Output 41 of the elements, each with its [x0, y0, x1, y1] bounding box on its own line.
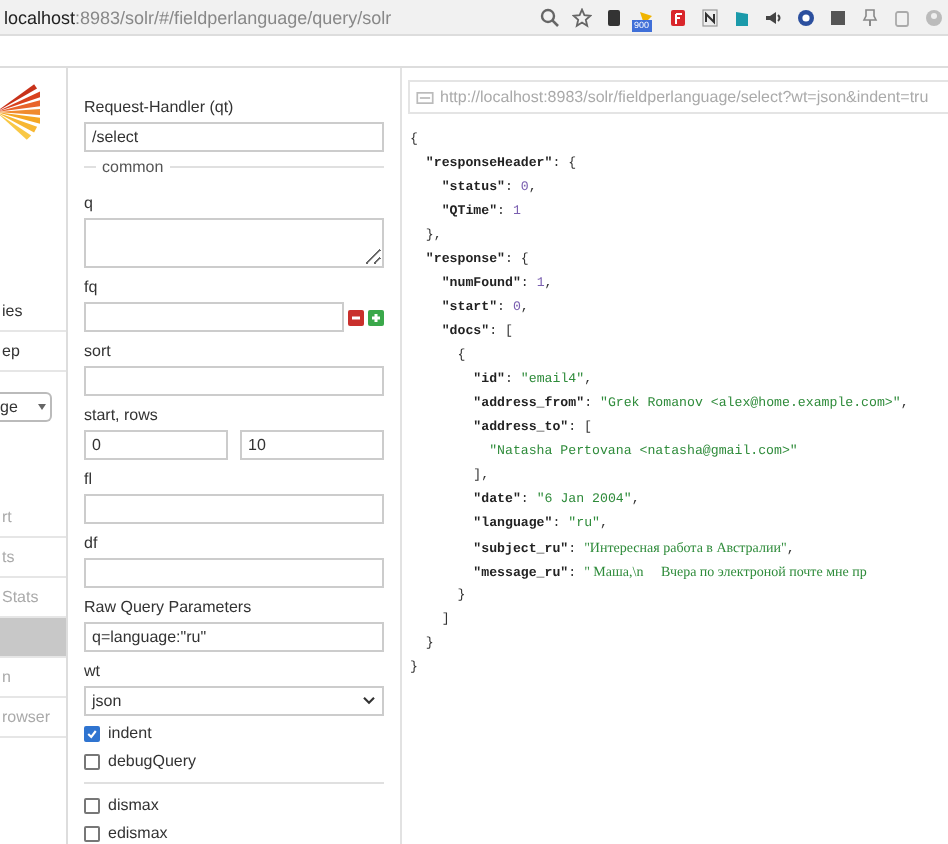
input-field[interactable]: /select: [84, 122, 384, 152]
input-field[interactable]: [84, 494, 384, 524]
input-field[interactable]: q=language:"ru": [84, 622, 384, 652]
checkbox-label: dismax: [108, 796, 159, 816]
dropdown[interactable]: json: [84, 686, 384, 716]
search-icon[interactable]: [540, 7, 560, 27]
field-label: fq: [84, 278, 98, 298]
field-label: q: [84, 194, 93, 214]
field-label: wt: [84, 662, 100, 682]
link-icon: [416, 91, 434, 103]
plus-icon: [368, 309, 384, 325]
speaker-icon[interactable]: [764, 7, 784, 27]
sidebar-item[interactable]: ies: [0, 292, 66, 332]
remove-button[interactable]: [348, 309, 364, 325]
checkbox-label: edismax: [108, 824, 168, 844]
field-label: df: [84, 534, 98, 554]
checkbox-label: indent: [108, 724, 152, 744]
input-field[interactable]: 10: [240, 430, 384, 460]
chevron-icon: [362, 696, 376, 706]
checkbox[interactable]: [84, 798, 100, 814]
add-button[interactable]: [368, 309, 384, 325]
star-icon[interactable]: [572, 7, 592, 27]
checkbox-label: debugQuery: [108, 752, 197, 772]
field-label: fl: [84, 470, 92, 490]
field-label: Request-Handler (qt): [84, 98, 234, 118]
field-label: sort: [84, 342, 111, 362]
input-field[interactable]: [84, 366, 384, 396]
input-field[interactable]: [84, 558, 384, 588]
checkbox[interactable]: [84, 826, 100, 842]
address-bar-url[interactable]: localhost:8983/solr/#/fieldperlanguage/query/solr: [4, 7, 392, 27]
input-field[interactable]: [84, 302, 344, 332]
caret-icon: [38, 404, 46, 410]
checkbox[interactable]: [84, 754, 100, 770]
core-selector[interactable]: ge: [0, 392, 52, 422]
input-field[interactable]: [84, 218, 384, 268]
field-label: Raw Query Parameters: [84, 598, 252, 618]
checkbox[interactable]: [84, 726, 100, 742]
field-label: start, rows: [84, 406, 158, 426]
section-legend: common: [96, 158, 170, 178]
input-field[interactable]: 0: [84, 430, 228, 460]
sidebar-item[interactable]: ep: [0, 332, 66, 372]
